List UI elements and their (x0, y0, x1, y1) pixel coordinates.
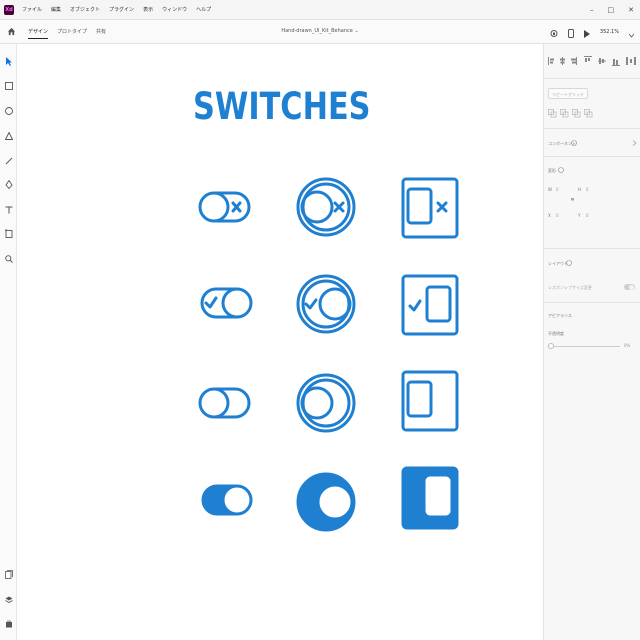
plugins-icon[interactable] (2, 617, 15, 630)
document-title-text[interactable]: Hand-drawn_UI_Kit_Behance (281, 28, 353, 34)
info-icon[interactable] (558, 167, 564, 173)
layout-label: レイアウト (548, 261, 568, 266)
repeat-grid-button[interactable]: リピートグリッド (548, 88, 588, 99)
switch-square-off[interactable] (401, 370, 459, 432)
switch-square-off-x[interactable] (401, 177, 459, 239)
appearance-section: アピアランス 不透明度 0% (544, 302, 640, 372)
info-icon[interactable] (571, 140, 577, 146)
align-icons[interactable] (548, 56, 638, 66)
menu-bar: Xd ファイル 編集 オブジェクト プラグイン 表示 ウィンドウ ヘルプ – □… (0, 0, 640, 20)
home-icon[interactable] (3, 24, 19, 40)
device-preview-icon[interactable] (567, 23, 574, 42)
close-button[interactable]: ✕ (628, 6, 634, 14)
pen-icon[interactable] (2, 178, 15, 191)
opacity-label: 不透明度 (548, 331, 564, 336)
repeat-grid-label: リピートグリッド (552, 92, 584, 97)
zoom-level[interactable]: 352.1% (600, 29, 619, 35)
transform-section: 変形 W 0 H 0 X 0 Y 0 (544, 156, 640, 242)
select-icon[interactable] (2, 54, 15, 67)
switch-pill-off-x[interactable] (198, 191, 251, 223)
opacity-slider-track[interactable] (550, 346, 620, 347)
polygon-icon[interactable] (2, 129, 15, 142)
line-icon[interactable] (2, 154, 15, 167)
lock-aspect-icon[interactable] (570, 196, 575, 201)
info-icon[interactable] (566, 260, 572, 266)
layers-icon[interactable] (2, 593, 15, 606)
tab-design[interactable]: デザイン (28, 25, 49, 39)
maximize-button[interactable]: □ (608, 6, 615, 14)
artboard-icon[interactable] (2, 227, 15, 240)
rectangle-icon[interactable] (2, 79, 15, 92)
height-value[interactable]: 0 (586, 187, 589, 192)
chevron-down-icon[interactable]: ⌄ (354, 28, 358, 34)
switch-round-off-x[interactable] (296, 177, 356, 237)
width-value[interactable]: 0 (556, 187, 559, 192)
text-icon[interactable] (2, 203, 15, 216)
switch-pill-filled[interactable] (201, 484, 253, 516)
xd-window: Xd ファイル 編集 オブジェクト プラグイン 表示 ウィンドウ ヘルプ – □… (0, 0, 640, 640)
switch-square-on-check[interactable] (401, 274, 459, 336)
transform-label: 変形 (548, 168, 556, 173)
y-value[interactable]: 0 (586, 213, 589, 218)
menu-edit[interactable]: 編集 (51, 6, 61, 13)
menu-help[interactable]: ヘルプ (196, 6, 211, 13)
x-label: X (548, 213, 551, 218)
menu-plugins[interactable]: プラグイン (109, 6, 134, 13)
play-icon[interactable] (583, 23, 590, 42)
responsive-resize-toggle[interactable] (624, 284, 635, 290)
window-controls: – □ ✕ (590, 0, 634, 20)
switch-pill-off[interactable] (198, 387, 251, 419)
switch-pill-on-check[interactable] (200, 287, 253, 319)
property-inspector: リピートグリッド コンポーネント 変形 W 0 H 0 X 0 Y 0 レイアウ… (543, 44, 640, 640)
tab-share[interactable]: 共有 (96, 25, 106, 38)
switch-square-filled[interactable] (401, 466, 459, 530)
app-logo: Xd (4, 4, 14, 15)
appearance-label: アピアランス (548, 313, 572, 318)
switch-round-filled[interactable] (296, 472, 356, 532)
menu-file[interactable]: ファイル (22, 6, 42, 13)
zoom-icon[interactable] (2, 252, 15, 265)
switch-round-on-check[interactable] (296, 274, 356, 334)
responsive-resize-label: レスポンシブサイズ変更 (548, 285, 592, 290)
app-logo-text: Xd (5, 6, 13, 13)
switch-round-off[interactable] (296, 373, 356, 433)
y-label: Y (578, 213, 581, 218)
chevron-down-icon[interactable] (628, 23, 635, 42)
tab-prototype[interactable]: プロトタイプ (57, 25, 87, 38)
menu-object[interactable]: オブジェクト (70, 6, 100, 13)
menu-view[interactable]: 表示 (143, 6, 153, 13)
mode-tab-bar: デザイン プロトタイプ 共有 Hand-drawn_UI_Kit_Behance… (0, 20, 640, 44)
opacity-slider-handle[interactable] (548, 343, 554, 349)
opacity-value[interactable]: 0% (624, 343, 630, 348)
layout-section: レイアウト レスポンシブサイズ変更 (544, 248, 640, 300)
toolbar-right: 352.1% (550, 20, 635, 44)
boolean-ops-icons[interactable] (548, 109, 593, 118)
tool-bar (0, 44, 17, 640)
ellipse-icon[interactable] (2, 104, 15, 117)
chevron-right-icon[interactable] (632, 140, 637, 146)
height-label: H (578, 187, 582, 192)
menu-window[interactable]: ウィンドウ (162, 6, 187, 13)
pages-icon[interactable] (2, 568, 15, 581)
sync-icon[interactable] (550, 23, 558, 42)
repeat-grid-section: リピートグリッド (544, 78, 640, 126)
component-section: コンポーネント (544, 128, 640, 156)
design-canvas[interactable]: SWITCHES (17, 44, 543, 640)
minimize-button[interactable]: – (590, 6, 594, 14)
x-value[interactable]: 0 (556, 213, 559, 218)
switches-artwork (198, 177, 459, 532)
width-label: W (548, 187, 552, 192)
